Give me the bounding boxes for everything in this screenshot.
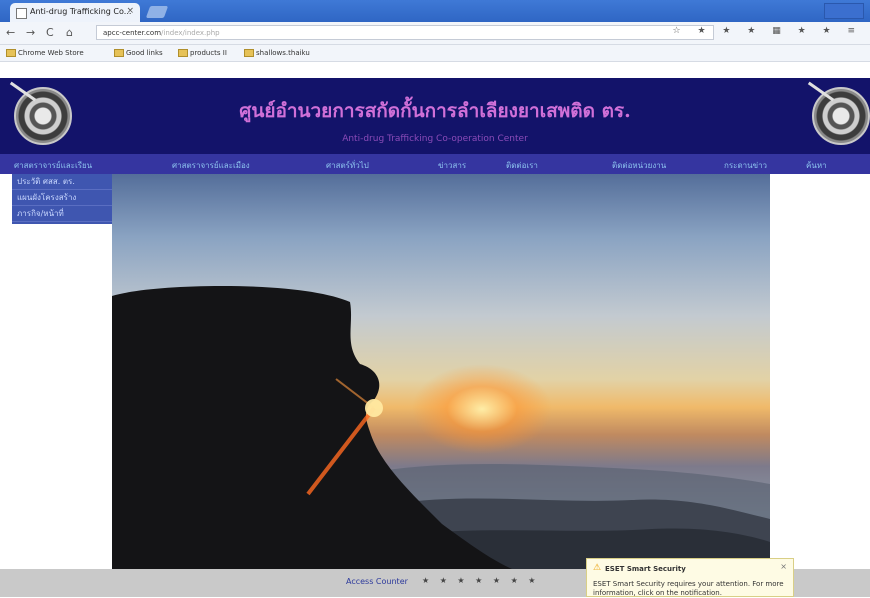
bookmark-good-links[interactable]: Good links bbox=[114, 49, 163, 57]
reload-button[interactable]: C bbox=[46, 26, 54, 39]
home-button[interactable]: ⌂ bbox=[66, 26, 73, 39]
url-path: /index/index.php bbox=[161, 29, 220, 37]
menu-item[interactable]: ศาสตร์ทั่วไป bbox=[326, 159, 369, 172]
submenu-item[interactable]: แผนผังโครงสร้าง bbox=[12, 190, 112, 206]
browser-tab[interactable]: Anti-drug Trafficking Co... × bbox=[10, 3, 140, 22]
hero-photo bbox=[112, 174, 770, 569]
security-notification[interactable]: ⚠ ESET Smart Security × ESET Smart Secur… bbox=[586, 558, 794, 597]
address-bar[interactable]: apcc-center.com/index/index.php bbox=[96, 25, 714, 40]
back-button[interactable]: ← bbox=[6, 26, 15, 39]
folder-icon bbox=[244, 49, 254, 57]
forward-button[interactable]: → bbox=[26, 26, 35, 39]
new-tab-button[interactable] bbox=[145, 6, 169, 18]
tab-close-icon[interactable]: × bbox=[126, 6, 134, 16]
bookmark-chrome-web-store[interactable]: Chrome Web Store bbox=[6, 49, 84, 57]
notification-body: ESET Smart Security requires your attent… bbox=[593, 580, 784, 597]
about-submenu: ประวัติ ศสส. ตร. แผนผังโครงสร้าง ภารกิจ/… bbox=[12, 174, 112, 224]
menu-item[interactable]: ศาสตราจารย์และเมือง bbox=[172, 159, 250, 172]
site-header: ศูนย์อำนวยการสกัดกั้นการลำเลียงยาเสพติด … bbox=[0, 78, 870, 154]
menu-item[interactable]: กระดานข่าว bbox=[724, 159, 767, 172]
window-controls[interactable] bbox=[824, 3, 864, 19]
main-menu: ศาสตราจารย์และเรียน ศาสตราจารย์และเมือง … bbox=[0, 154, 870, 174]
menu-item[interactable]: ติดต่อเรา bbox=[506, 159, 538, 172]
tab-title: Anti-drug Trafficking Co... bbox=[30, 7, 132, 16]
menu-item[interactable]: ข่าวสาร bbox=[438, 159, 466, 172]
menu-item[interactable]: ศาสตราจารย์และเรียน bbox=[14, 159, 92, 172]
sunrise-cliff-image bbox=[112, 286, 770, 569]
browser-toolbar: ← → C ⌂ apcc-center.com/index/index.php … bbox=[0, 22, 870, 45]
police-seal-logo bbox=[812, 87, 870, 145]
site-subtitle: Anti-drug Trafficking Co-operation Cente… bbox=[342, 134, 528, 144]
apps-icon bbox=[6, 49, 16, 57]
extension-icons[interactable]: ☆ ★ ★ ★ ▦ ★ ★ ≡ bbox=[673, 26, 862, 36]
folder-icon bbox=[114, 49, 124, 57]
site-title: ศูนย์อำนวยการสกัดกั้นการลำเลียงยาเสพติด … bbox=[239, 100, 631, 122]
warning-icon: ⚠ bbox=[593, 563, 602, 573]
menu-item[interactable]: ติดต่อหน่วยงาน bbox=[612, 159, 666, 172]
bookmark-shallows[interactable]: shallows.thaiku bbox=[244, 49, 310, 57]
bookmark-products[interactable]: products II bbox=[178, 49, 227, 57]
bookmarks-bar: Chrome Web Store Good links products II … bbox=[0, 45, 870, 62]
counter-digits: ★ ★ ★ ★ ★ ★ ★ bbox=[422, 576, 540, 585]
close-icon[interactable]: × bbox=[780, 562, 787, 571]
tab-strip: Anti-drug Trafficking Co... × bbox=[0, 0, 870, 22]
notification-title: ESET Smart Security bbox=[605, 565, 686, 573]
url-host: apcc-center.com bbox=[103, 29, 162, 37]
menu-item[interactable]: ค้นหา bbox=[806, 159, 827, 172]
access-counter-link[interactable]: Access Counter bbox=[346, 577, 408, 586]
page-favicon-icon bbox=[16, 8, 27, 19]
folder-icon bbox=[178, 49, 188, 57]
submenu-item[interactable]: ภารกิจ/หน้าที่ bbox=[12, 206, 112, 222]
submenu-item[interactable]: ประวัติ ศสส. ตร. bbox=[12, 174, 112, 190]
